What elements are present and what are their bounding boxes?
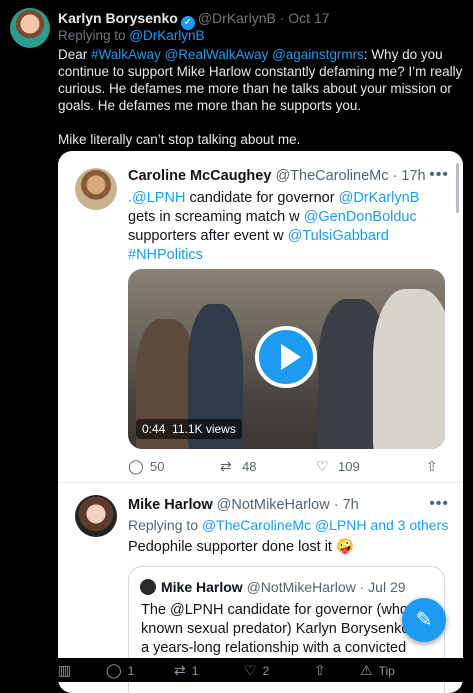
embed-author-handle[interactable]: @TheCarolineMc [275,168,388,184]
reply-icon: ◯ [128,458,144,474]
tweet-date[interactable]: Oct 17 [288,10,329,26]
video-frame-figure [373,289,445,449]
play-button[interactable] [255,326,317,388]
like-icon: ♡ [244,662,257,678]
more-icon[interactable]: ••• [429,495,449,513]
embed-time[interactable]: 17h [401,168,425,184]
retweet-button[interactable]: ⇄ 1 [174,662,198,679]
replying-to-link[interactable]: @TheCarolineMc @LPNH and 3 others [202,517,448,533]
author-handle[interactable]: @DrKarlynB [198,10,276,26]
embed-tweet-text: .@LPNH candidate for governor @DrKarlynB… [128,190,420,263]
quote-author-name: Mike Harlow [161,579,243,595]
embedded-thread-card[interactable]: Caroline McCaughey @TheCarolineMc · 17h … [58,151,463,693]
mention-link[interactable]: @againstgrmrs [272,47,364,62]
reply-author-handle[interactable]: @NotMikeHarlow [217,497,330,513]
hashtag-link[interactable]: #WalkAway [91,47,161,62]
reply-time[interactable]: 7h [343,497,359,513]
embed-author-avatar[interactable] [75,168,117,210]
analytics-button[interactable]: ▥ [58,662,77,679]
author-avatar[interactable] [10,8,50,48]
retweet-icon: ⇄ [174,662,186,678]
reply-tweet-header: Mike Harlow @NotMikeHarlow · 7h [128,497,359,513]
author-name[interactable]: Karlyn Borysenko [58,10,178,26]
compose-icon: ✎ [415,609,433,631]
embed-actions: ◯ 50 ⇄ 48 ♡ 109 ⇧ [128,458,445,478]
more-icon[interactable]: ••• [429,166,449,184]
replying-to: Replying to @DrKarlynB [58,28,205,43]
like-icon: ♡ [316,458,329,474]
mention-link[interactable]: @RealWalkAway [165,47,269,62]
video-stats: 0:44 11.1K views [136,419,242,439]
reply-button[interactable]: ◯ 50 [128,458,164,475]
divider [58,482,463,483]
retweet-icon: ⇄ [220,458,232,474]
share-icon: ⇧ [426,458,438,474]
share-button[interactable]: ⇧ [314,662,332,679]
embed-tweet-header: Caroline McCaughey @TheCarolineMc · 17h [128,168,426,184]
reply-tweet-text: Pedophile supporter done lost it 🤪 [128,539,355,555]
video-player[interactable]: 0:44 11.1K views [128,269,445,449]
retweet-button[interactable]: ⇄ 48 [220,458,256,475]
reply-replying-to: Replying to @TheCarolineMc @LPNH and 3 o… [128,517,449,533]
tweet-body-second: Mike literally can’t stop talking about … [58,132,301,147]
quote-tweet-text: The @LPNH candidate for governor (who is… [141,602,441,656]
reply-icon: ◯ [106,662,122,678]
reply-author-name[interactable]: Mike Harlow [128,497,213,513]
replying-to-link[interactable]: @DrKarlynB [129,28,204,43]
tweet-actions-bar: ▥ ◯ 1 ⇄ 1 ♡ 2 ⇧ ⚠ Tip [58,658,463,682]
tip-icon: ⚠ [360,662,373,678]
like-button[interactable]: ♡ 2 [244,662,269,679]
quote-author-handle: @NotMikeHarlow [246,579,356,595]
share-icon: ⇧ [314,662,326,678]
quote-author-avatar [140,579,156,595]
reply-button[interactable]: ◯ 1 [106,662,134,679]
scrollbar[interactable] [456,163,459,213]
video-duration: 0:44 [142,422,166,436]
tweet-body: Dear #WalkAway @RealWalkAway @againstgrm… [58,47,463,147]
quote-tweet-header: Mike Harlow @NotMikeHarlow · Jul 29 [161,579,406,595]
compose-button[interactable]: ✎ [402,598,446,642]
like-button[interactable]: ♡ 109 [316,458,360,475]
tweet-header: Karlyn Borysenko ✓ @DrKarlynB · Oct 17 [58,10,330,30]
reply-author-avatar[interactable] [75,495,117,537]
embed-author-name[interactable]: Caroline McCaughey [128,168,271,184]
quote-date: Jul 29 [368,579,406,595]
video-views: 11.1K views [172,422,236,436]
share-button[interactable]: ⇧ [426,458,448,475]
analytics-icon: ▥ [58,662,72,678]
tip-button[interactable]: ⚠ Tip [360,662,395,679]
